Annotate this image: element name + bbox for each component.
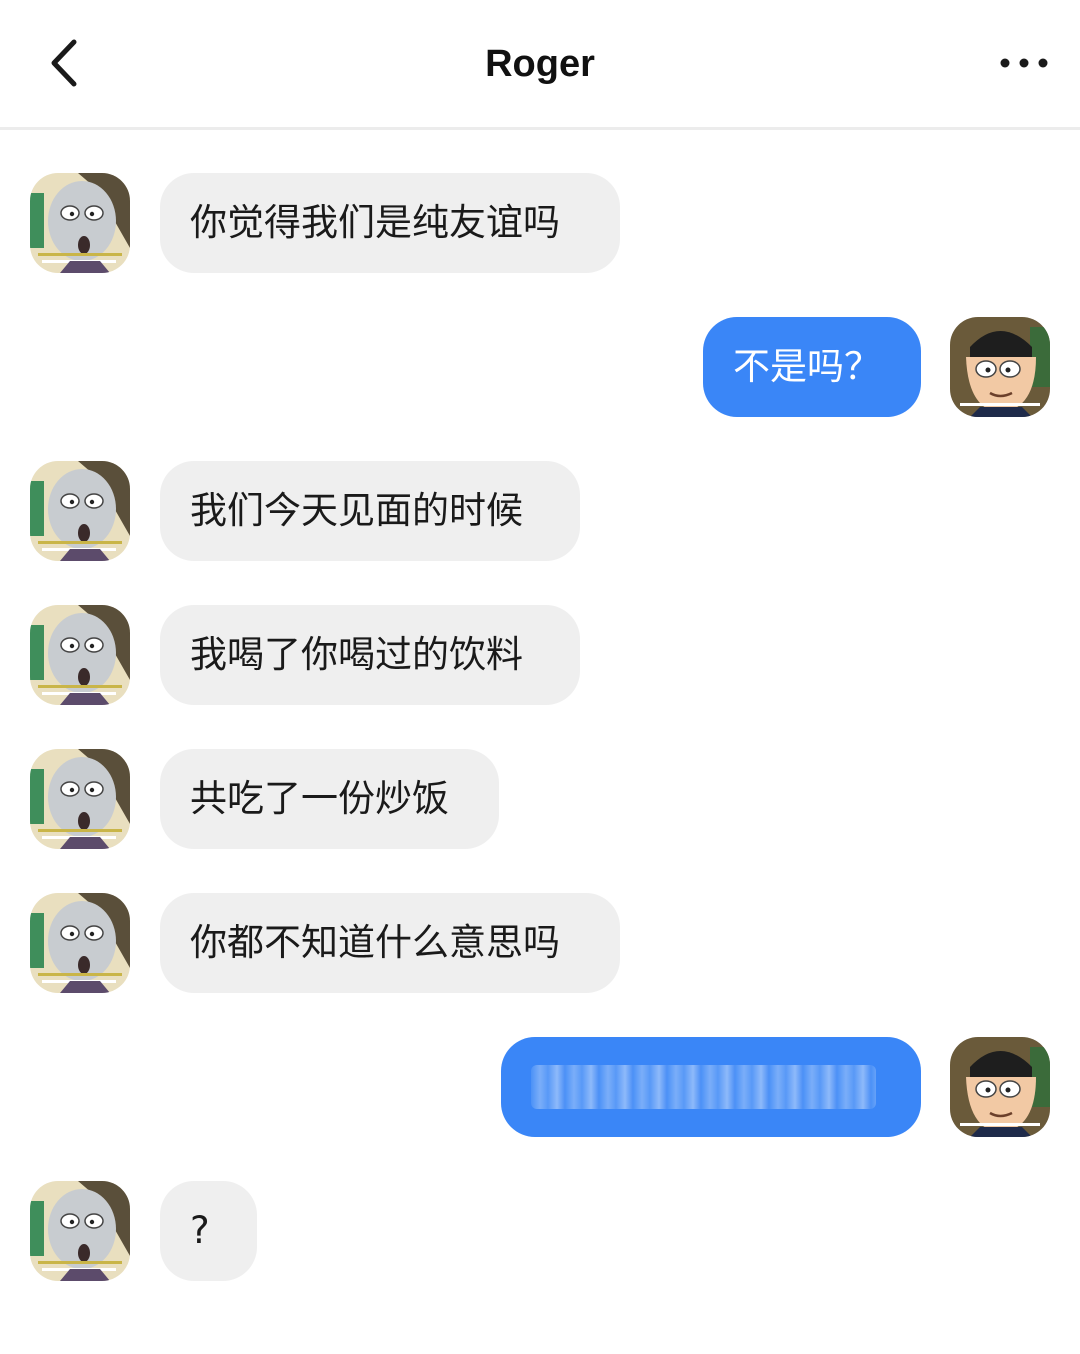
chat-header: Roger	[0, 0, 1080, 130]
message-row: ?	[0, 1181, 1080, 1281]
roger-avatar[interactable]	[30, 749, 130, 849]
message-bubble-redacted[interactable]	[501, 1037, 921, 1137]
more-button[interactable]	[994, 40, 1054, 86]
stan-avatar[interactable]	[950, 1037, 1050, 1137]
message-bubble[interactable]: 我喝了你喝过的饮料	[160, 605, 580, 705]
page-title: Roger	[485, 43, 595, 85]
message-row: 共吃了一份炒饭	[0, 749, 1080, 849]
message-bubble[interactable]: 你都不知道什么意思吗	[160, 893, 620, 993]
message-row: 我们今天见面的时候	[0, 461, 1080, 561]
message-list: 你觉得我们是纯友谊吗 不是吗？ 我们今天见面的时候 我喝了你喝过的饮料 共吃了一…	[0, 130, 1080, 1354]
message-bubble[interactable]: 我们今天见面的时候	[160, 461, 580, 561]
roger-avatar[interactable]	[30, 461, 130, 561]
roger-avatar[interactable]	[30, 173, 130, 273]
message-bubble[interactable]: 共吃了一份炒饭	[160, 749, 499, 849]
message-row: 我喝了你喝过的饮料	[0, 605, 1080, 705]
stan-avatar[interactable]	[950, 317, 1050, 417]
message-row	[0, 1037, 1080, 1137]
message-bubble[interactable]: ?	[160, 1181, 257, 1281]
roger-avatar[interactable]	[30, 893, 130, 993]
message-row: 不是吗？	[0, 317, 1080, 417]
message-row: 你觉得我们是纯友谊吗	[0, 173, 1080, 273]
redacted-text	[531, 1065, 876, 1109]
more-horizontal-icon	[1000, 58, 1048, 68]
roger-avatar[interactable]	[30, 605, 130, 705]
message-bubble[interactable]: 不是吗？	[703, 317, 921, 417]
roger-avatar[interactable]	[30, 1181, 130, 1281]
message-row: 你都不知道什么意思吗	[0, 893, 1080, 993]
message-bubble[interactable]: 你觉得我们是纯友谊吗	[160, 173, 620, 273]
